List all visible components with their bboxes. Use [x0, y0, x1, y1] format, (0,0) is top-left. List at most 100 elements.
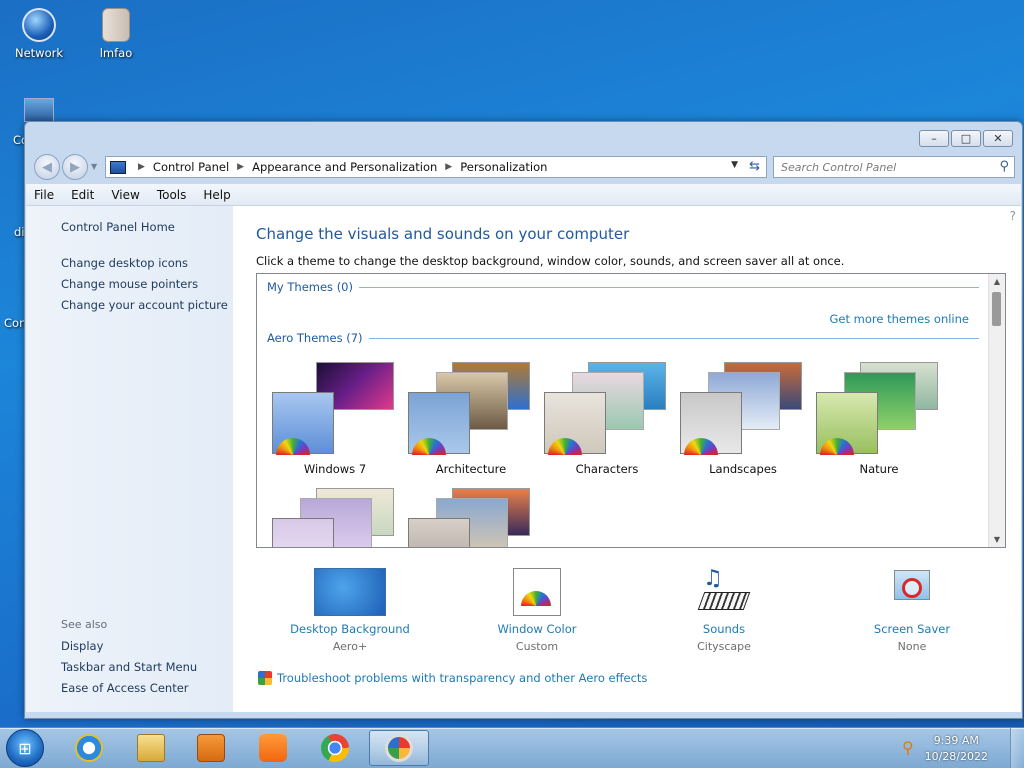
taskbar-file-explorer[interactable]	[124, 730, 178, 766]
taskbar-start-menu-link[interactable]: Taskbar and Start Menu	[61, 660, 197, 674]
refresh-icon[interactable]: ⇆	[749, 159, 760, 174]
desktop-icon-network[interactable]: Network	[4, 8, 74, 60]
theme-name: Landscapes	[709, 462, 777, 476]
breadcrumb-appearance[interactable]: Appearance and Personalization	[252, 160, 437, 174]
theme-list-scrollbar[interactable]: ▲ ▼	[988, 274, 1005, 547]
forward-button[interactable]: ▶	[62, 154, 88, 180]
desktop-background-item[interactable]: Desktop Background Aero+	[285, 568, 415, 653]
uc-browser-icon	[259, 734, 287, 762]
search-input[interactable]: Search Control Panel ⚲	[773, 156, 1015, 178]
desktop-background-value: Aero+	[332, 640, 368, 653]
control-panel-icon	[110, 160, 126, 174]
show-desktop-button[interactable]	[1010, 728, 1024, 768]
menu-help[interactable]: Help	[203, 188, 230, 202]
taskbar-personalization[interactable]	[369, 730, 429, 766]
control-panel-home-link[interactable]: Control Panel Home	[61, 220, 175, 234]
change-account-picture-link[interactable]: Change your account picture	[61, 298, 228, 312]
menu-file[interactable]: File	[34, 188, 54, 202]
chevron-down-icon[interactable]: ▼	[731, 160, 738, 170]
window-color-value: Custom	[515, 640, 559, 653]
aero-themes-header[interactable]: Aero Themes (7)	[267, 331, 979, 345]
my-themes-label: My Themes (0)	[267, 280, 353, 294]
page-description: Click a theme to change the desktop back…	[256, 254, 845, 268]
folder-icon	[102, 8, 130, 42]
search-tray-icon[interactable]: ⚲	[902, 738, 914, 757]
troubleshoot-link[interactable]: Troubleshoot problems with transparency …	[258, 671, 647, 685]
my-themes-header[interactable]: My Themes (0)	[267, 280, 979, 294]
theme-preview-image	[408, 518, 470, 547]
theme-name: Characters	[575, 462, 639, 476]
change-mouse-pointers-link[interactable]: Change mouse pointers	[61, 277, 198, 291]
change-desktop-icons-link[interactable]: Change desktop icons	[61, 256, 188, 270]
menu-bar: File Edit View Tools Help	[26, 184, 1021, 206]
screen-saver-label: Screen Saver	[873, 622, 951, 636]
window-color-item[interactable]: Window Color Custom	[472, 568, 602, 653]
desktop-icon-lmfao[interactable]: lmfao	[81, 8, 151, 60]
troubleshoot-label: Troubleshoot problems with transparency …	[277, 671, 648, 685]
arrow-left-icon: ◀	[42, 159, 52, 175]
display-link[interactable]: Display	[61, 639, 103, 653]
theme-partial[interactable]	[406, 488, 536, 547]
screen-saver-item[interactable]: Screen Saver None	[847, 568, 977, 653]
minimize-button[interactable]: –	[919, 130, 949, 147]
theme-architecture[interactable]: Architecture	[406, 362, 536, 476]
desktop-icon-label: Network	[14, 46, 64, 60]
taskbar-internet-explorer[interactable]	[62, 730, 116, 766]
theme-nature[interactable]: Nature	[814, 362, 944, 476]
breadcrumb-personalization[interactable]: Personalization	[460, 160, 547, 174]
network-icon	[22, 8, 56, 42]
chevron-right-icon[interactable]: ▶	[138, 162, 145, 172]
personalization-window: – □ ✕ ◀ ▶ ▼ ▶ Control Panel ▶ Appearance…	[24, 121, 1023, 719]
troubleshoot-icon	[258, 671, 272, 685]
theme-landscapes[interactable]: Landscapes	[678, 362, 808, 476]
theme-partial[interactable]	[270, 488, 400, 547]
system-clock[interactable]: 9:39 AM 10/28/2022	[925, 733, 988, 765]
clock-date: 10/28/2022	[924, 750, 988, 763]
maximize-button[interactable]: □	[951, 130, 981, 147]
taskbar-chrome[interactable]	[308, 730, 362, 766]
ease-of-access-link[interactable]: Ease of Access Center	[61, 681, 189, 695]
close-button[interactable]: ✕	[983, 130, 1013, 147]
breadcrumb-control-panel[interactable]: Control Panel	[153, 160, 229, 174]
window-color-label: Window Color	[497, 622, 577, 636]
desktop-icon-partial[interactable]	[24, 98, 54, 122]
scroll-up-icon[interactable]: ▲	[989, 277, 1005, 286]
taskbar-media-player[interactable]	[184, 730, 238, 766]
menu-edit[interactable]: Edit	[71, 188, 94, 202]
address-bar[interactable]: ▶ Control Panel ▶ Appearance and Persona…	[105, 156, 767, 178]
see-also-label: See also	[61, 618, 108, 631]
taskbar-uc-browser[interactable]	[246, 730, 300, 766]
menu-view[interactable]: View	[111, 188, 139, 202]
clock-time: 9:39 AM	[933, 734, 979, 747]
internet-explorer-icon	[75, 734, 103, 762]
desktop-icon-label: lmfao	[99, 46, 133, 60]
nav-buttons: ◀ ▶	[34, 154, 88, 180]
sounds-value: Cityscape	[697, 640, 751, 653]
arrow-right-icon: ▶	[70, 159, 80, 175]
desktop-background-label: Desktop Background	[290, 622, 410, 636]
personalization-icon	[385, 734, 413, 762]
search-placeholder: Search Control Panel	[781, 161, 897, 174]
help-icon[interactable]: ?	[1010, 209, 1016, 223]
chevron-right-icon[interactable]: ▶	[445, 162, 452, 172]
scrollbar-thumb[interactable]	[992, 292, 1001, 326]
theme-name: Nature	[859, 462, 899, 476]
aero-themes-label: Aero Themes (7)	[267, 331, 363, 345]
start-button[interactable]: ⊞	[6, 729, 44, 767]
window-color-icon	[513, 568, 561, 616]
back-button[interactable]: ◀	[34, 154, 60, 180]
get-more-themes-link[interactable]: Get more themes online	[830, 312, 969, 326]
windows-logo-icon: ⊞	[18, 738, 32, 758]
menu-tools[interactable]: Tools	[157, 188, 187, 202]
chevron-right-icon[interactable]: ▶	[237, 162, 244, 172]
recent-pages-dropdown[interactable]: ▼	[91, 162, 97, 171]
taskbar: ⊞ ⚲ 9:39 AM 10/28/2022	[0, 727, 1024, 768]
chrome-icon	[321, 734, 349, 762]
theme-windows-7[interactable]: Windows 7	[270, 362, 400, 476]
scroll-down-icon[interactable]: ▼	[989, 535, 1005, 544]
sounds-item[interactable]: ♫ Sounds Cityscape	[659, 566, 789, 653]
search-icon[interactable]: ⚲	[999, 159, 1009, 174]
sidebar: Control Panel Home Change desktop icons …	[26, 206, 233, 712]
screen-saver-value: None	[897, 640, 927, 653]
theme-characters[interactable]: Characters	[542, 362, 672, 476]
